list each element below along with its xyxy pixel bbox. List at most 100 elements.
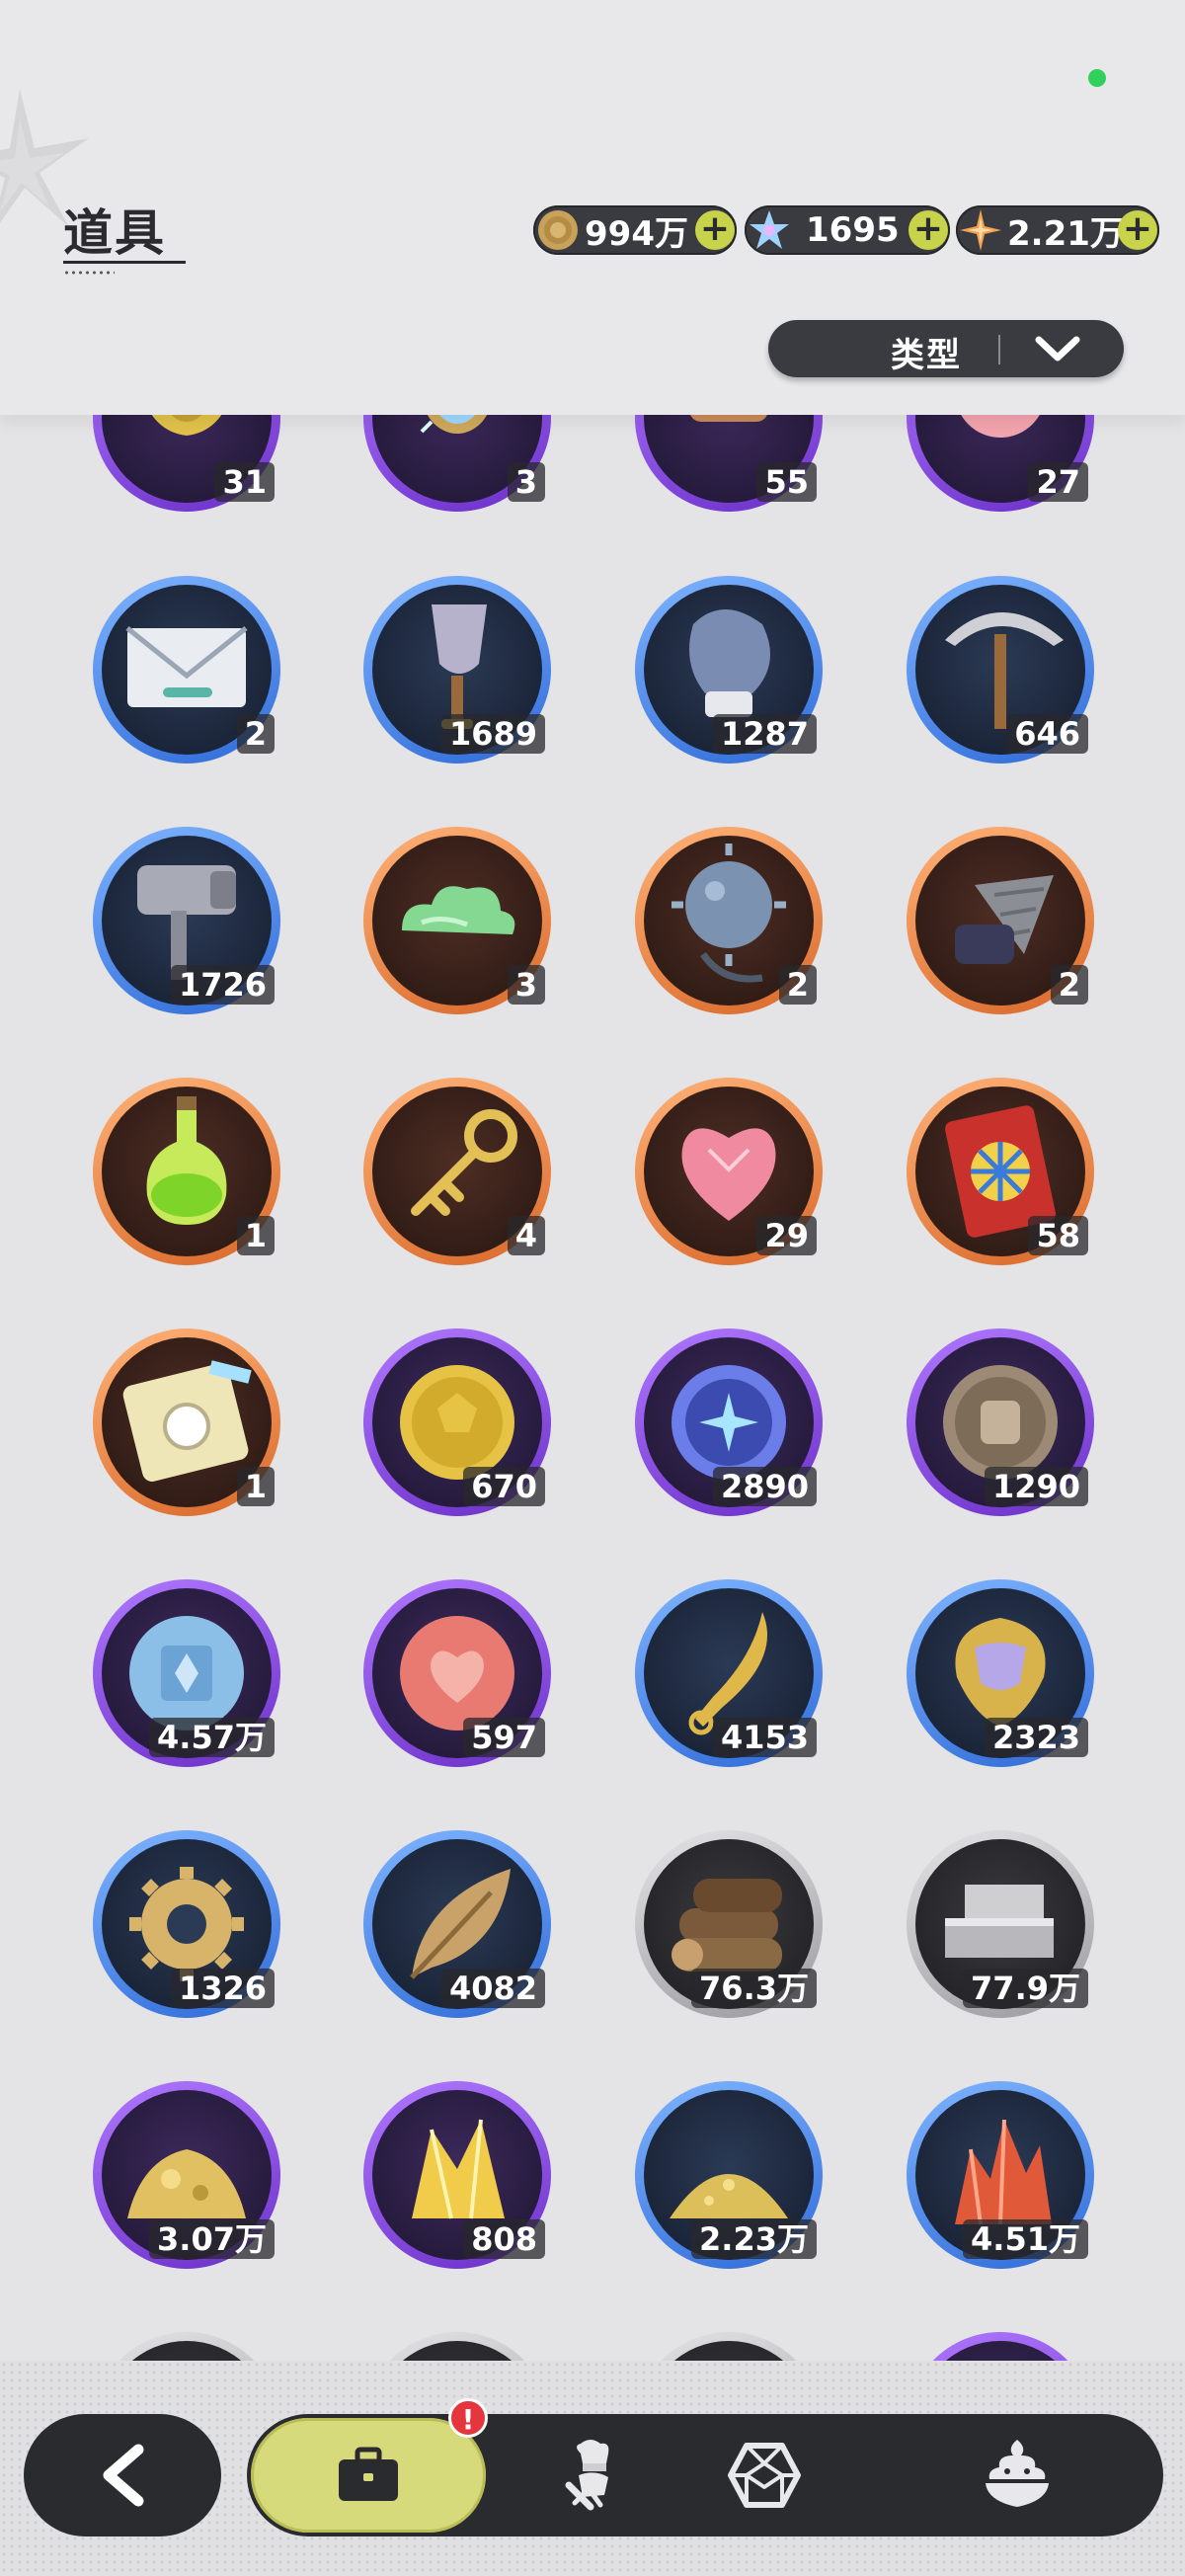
item-count: 1 [236,1216,275,1255]
inventory-item[interactable]: 1290 [907,1328,1094,1516]
item-count: 27 [1028,462,1088,502]
inventory-item[interactable]: 76.3万 [635,1830,823,2018]
item-count: 58 [1028,1216,1088,1255]
item-count: 2.23万 [691,2219,817,2259]
add-crystal-button[interactable]: + [908,210,948,250]
currency-star-shard: 2.21万 + [956,205,1159,255]
item-count: 1290 [984,1467,1088,1506]
inventory-item[interactable]: 29 [635,1078,823,1265]
gold-coin-icon [538,210,578,250]
star-shard-icon [960,209,1001,251]
status-dot [1088,69,1106,87]
add-gold-button[interactable]: + [695,210,735,250]
item-count: 3 [507,965,545,1005]
inventory-item[interactable]: 4.57万 [93,1579,280,1767]
item-count: 597 [463,1718,545,1757]
inventory-item[interactable] [907,2332,1094,2361]
currency-crystal: 1695 + [745,205,950,255]
inventory-item[interactable]: 1 [93,1078,280,1265]
inventory-item[interactable] [363,2332,551,2361]
inventory-item[interactable]: 4.51万 [907,2081,1094,2269]
inventory-item[interactable] [93,2332,280,2361]
item-count: 1326 [170,1969,275,2008]
item-count: 3.07万 [149,2219,275,2259]
crystal-value: 1695 [806,210,900,250]
item-count: 77.9万 [963,1969,1088,2008]
item-slot [372,2341,542,2361]
inventory-item[interactable]: 4082 [363,1830,551,2018]
item-count: 1287 [712,714,817,754]
inventory-item[interactable]: 646 [907,576,1094,764]
tab-chef[interactable] [514,2414,662,2536]
type-filter-label: 类型 [891,336,962,375]
inventory-item[interactable]: 670 [363,1328,551,1516]
inventory-item[interactable]: 3 [363,827,551,1014]
back-arrow-icon [103,2444,144,2507]
inventory-item[interactable]: 1726 [93,827,280,1014]
inventory-item[interactable]: 1689 [363,576,551,764]
inventory-item[interactable]: 2890 [635,1328,823,1516]
inventory-item[interactable]: 2.23万 [635,2081,823,2269]
item-count: 1 [236,1467,275,1506]
star-shard-value: 2.21万 [1007,213,1124,254]
item-count: 2 [236,714,275,754]
item-count: 4082 [440,1969,545,2008]
page-title: 道具 [63,204,166,262]
inventory-item[interactable]: 1287 [635,576,823,764]
partial-item-icon [915,2341,1085,2361]
inventory-item[interactable]: 58 [907,1078,1094,1265]
item-count: 76.3万 [691,1969,817,2008]
inventory-item[interactable]: 2 [93,576,280,764]
currency-gold: 994万 + [533,205,737,255]
item-count: 2890 [712,1467,817,1506]
item-count: 4.51万 [963,2219,1088,2259]
crystal-icon [750,210,789,249]
gold-value: 994万 [585,213,688,254]
item-count: 808 [463,2219,545,2259]
inventory-item[interactable]: 1326 [93,1830,280,2018]
item-count: 2 [778,965,817,1005]
inventory-item[interactable]: 4153 [635,1579,823,1767]
title-underline [63,261,186,264]
inventory-item[interactable]: 77.9万 [907,1830,1094,2018]
item-slot [915,2341,1085,2361]
bottom-nav: ! [0,2361,1185,2576]
item-count: 3 [507,462,545,502]
inventory-item[interactable]: 808 [363,2081,551,2269]
inventory-item[interactable]: 2 [635,827,823,1014]
inventory-item[interactable]: 4 [363,1078,551,1265]
briefcase-icon [339,2447,398,2501]
type-filter-dropdown[interactable]: 类型 [768,320,1124,377]
partial-item-icon [644,2341,814,2361]
item-count: 1726 [170,965,275,1005]
item-count: 29 [756,1216,817,1255]
item-count: 2323 [984,1718,1088,1757]
item-slot [644,2341,814,2361]
inventory-item[interactable]: 2323 [907,1579,1094,1767]
header: 道具 994万 + 1695 + 2.21万 + 类型 [0,0,1185,415]
item-count: 4153 [712,1718,817,1757]
partial-item-icon [372,2341,542,2361]
gem-outline-icon [728,2443,801,2508]
back-button[interactable] [24,2414,221,2536]
tab-bag[interactable]: ! [251,2398,488,2533]
chef-icon [565,2440,609,2511]
item-slot [102,2341,272,2361]
item-count: 646 [1006,714,1088,754]
inventory-item[interactable] [635,2332,823,2361]
tab-bar: ! [247,2398,1163,2536]
item-count: 1689 [440,714,545,754]
inventory-item[interactable]: 597 [363,1579,551,1767]
item-count: 4 [507,1216,545,1255]
item-count: 31 [214,462,275,502]
inventory-item[interactable]: 3.07万 [93,2081,280,2269]
partial-item-icon [102,2341,272,2361]
tab-gem[interactable] [691,2414,839,2536]
add-star-shard-button[interactable]: + [1118,210,1157,250]
dropdown-separator [998,335,1000,364]
inventory-item[interactable]: 2 [907,827,1094,1014]
item-count: 670 [463,1467,545,1506]
tab-dessert[interactable] [928,2414,1076,2536]
notification-badge: ! [448,2398,488,2438]
inventory-item[interactable]: 1 [93,1328,280,1516]
